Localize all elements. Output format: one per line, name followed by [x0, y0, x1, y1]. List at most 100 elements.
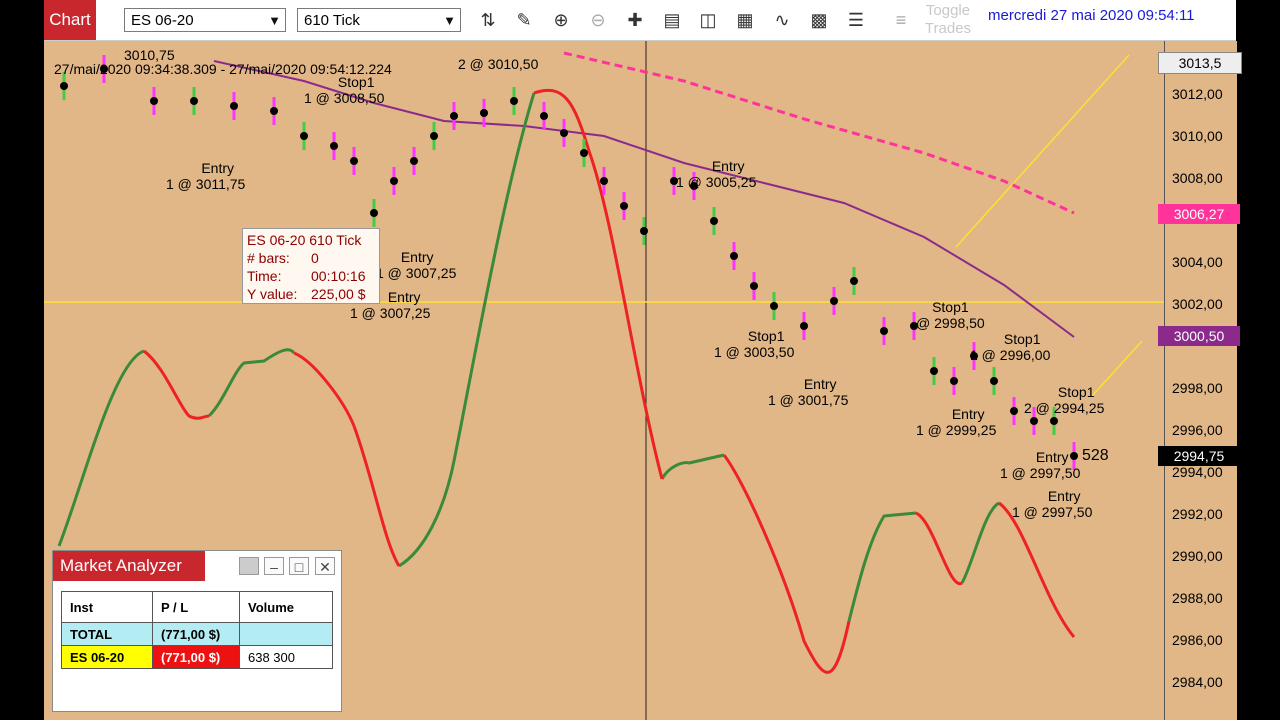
axis-label: 3002,00	[1172, 296, 1223, 312]
price-bar-close-dot	[350, 157, 358, 165]
chart-tab[interactable]: Chart	[44, 0, 96, 40]
price-bar-close-dot	[620, 202, 628, 210]
price-bar-close-dot	[640, 227, 648, 235]
price-bar-close-dot	[880, 327, 888, 335]
price-bar-close-dot	[1010, 407, 1018, 415]
price-bar-close-dot	[540, 112, 548, 120]
chart-toolbar: Chart ES 06-20 ▼ 610 Tick ▼ ⇅ ✎ ⊕ ⊖ ✚ ▤ …	[44, 0, 1236, 41]
trade-annotation: Stop1 2 @ 2994,25	[1024, 384, 1105, 416]
price-bar-close-dot	[950, 377, 958, 385]
price-bar-close-dot	[990, 377, 998, 385]
trade-annotation: Stop1 @ 2998,50	[916, 299, 985, 331]
price-bar-close-dot	[330, 142, 338, 150]
cell-volume: 638 300	[239, 645, 333, 669]
price-bar-close-dot	[1030, 417, 1038, 425]
price-tag-last: 2994,75	[1158, 446, 1240, 466]
axis-label: 2996,00	[1172, 422, 1223, 438]
trend-line-upper	[955, 54, 1130, 248]
cell-inst: ES 06-20	[61, 645, 153, 669]
zoom-in-icon[interactable]: ⊕	[549, 8, 573, 32]
price-bar-close-dot	[850, 277, 858, 285]
toggle-trades-button[interactable]: Toggle Trades	[922, 2, 974, 38]
tooltip-time-value: 00:10:16	[311, 268, 366, 284]
price-bar-close-dot	[600, 177, 608, 185]
column-header-volume[interactable]: Volume	[239, 591, 333, 623]
indicators-icon[interactable]: ∿	[770, 8, 794, 32]
price-bar-close-dot	[830, 297, 838, 305]
close-icon[interactable]: ✕	[315, 557, 335, 575]
column-header-inst[interactable]: Inst	[61, 591, 153, 623]
price-bar-close-dot	[510, 97, 518, 105]
price-bar-close-dot	[450, 112, 458, 120]
crosshair-icon[interactable]: ✚	[623, 8, 647, 32]
current-datetime: mercredi 27 mai 2020 09:54:11	[988, 7, 1195, 24]
price-bar-close-dot	[370, 209, 378, 217]
sma-pink-line	[563, 51, 1075, 215]
price-bar-close-dot	[730, 252, 738, 260]
maximize-icon[interactable]: □	[289, 557, 309, 575]
trade-annotation: Entry 1 @ 3007,25	[376, 249, 457, 281]
period-value: 610 Tick	[304, 12, 360, 29]
period-selector[interactable]: 610 Tick ▼	[297, 8, 461, 32]
price-tag-top: 3013,5	[1158, 52, 1242, 74]
axis-label: 2992,00	[1172, 506, 1223, 522]
price-bar-close-dot	[930, 367, 938, 375]
market-analyzer-title: Market Analyzer	[53, 551, 205, 581]
cell-pl: (771,00 $)	[152, 645, 240, 669]
templates-icon[interactable]: ◫	[696, 8, 720, 32]
trade-annotation: Entry 1 @ 3005,25	[676, 158, 757, 190]
instrument-value: ES 06-20	[131, 12, 194, 29]
axis-label: 3004,00	[1172, 254, 1223, 270]
table-row-total[interactable]: TOTAL (771,00 $)	[61, 622, 333, 646]
zoom-out-icon[interactable]: ⊖	[586, 8, 610, 32]
chevron-down-icon: ▼	[443, 13, 456, 28]
market-analyzer-window[interactable]: Market Analyzer – □ ✕ Inst P / L Volume …	[52, 550, 342, 712]
data-tooltip: ES 06-20 610 Tick # bars: 0 Time: 00:10:16…	[242, 228, 380, 304]
axis-label: 3012,00	[1172, 86, 1223, 102]
price-bar-close-dot	[750, 282, 758, 290]
price-bar-close-dot	[410, 157, 418, 165]
axis-label: 2986,00	[1172, 632, 1223, 648]
properties-icon[interactable]: ▩	[807, 8, 831, 32]
minimize-icon[interactable]: –	[264, 557, 284, 575]
chart-trader-icon[interactable]: ≡	[889, 8, 913, 32]
trade-annotation: Entry 1 @ 3011,75	[166, 160, 246, 192]
tooltip-y-label: Y value:	[247, 286, 298, 302]
trade-annotation: Entry 1 @ 3001,75	[768, 376, 849, 408]
axis-label: 2994,00	[1172, 464, 1223, 480]
table-row-instrument[interactable]: ES 06-20 (771,00 $) 638 300	[61, 645, 333, 669]
instrument-selector[interactable]: ES 06-20 ▼	[124, 8, 286, 32]
price-bar-close-dot	[580, 149, 588, 157]
price-bar-close-dot	[1050, 417, 1058, 425]
price-tag-purple-sma: 3000,50	[1158, 326, 1240, 346]
price-tag-pink-sma: 3006,27	[1158, 204, 1240, 224]
price-bar-close-dot	[560, 129, 568, 137]
price-bar-close-dot	[270, 107, 278, 115]
price-bar-close-dot	[710, 217, 718, 225]
data-box-icon[interactable]: ▤	[660, 8, 684, 32]
price-bar-close-dot	[480, 109, 488, 117]
bar-type-icon[interactable]: ⇅	[476, 8, 500, 32]
price-bar-close-dot	[800, 322, 808, 330]
trade-annotation: Entry 1 @ 2999,25	[916, 406, 997, 438]
axis-label: 3010,00	[1172, 128, 1223, 144]
trade-annotation: Entry 1 @ 2997,50	[1000, 449, 1081, 481]
price-bar-close-dot	[190, 97, 198, 105]
axis-label: 2990,00	[1172, 548, 1223, 564]
strategies-icon[interactable]: ▦	[733, 8, 757, 32]
trade-annotation: Stop1 1 @ 3008,50	[304, 74, 385, 106]
top-partial-label: 3010,75	[124, 47, 175, 63]
price-bar-close-dot	[390, 177, 398, 185]
trade-annotation: Stop1 1 @ 2996,00	[970, 331, 1051, 363]
tooltip-bars-label: # bars:	[247, 250, 290, 266]
tooltip-title: ES 06-20 610 Tick	[247, 232, 362, 248]
tooltip-time-label: Time:	[247, 268, 282, 284]
restore-icon[interactable]	[239, 557, 259, 575]
axis-label: 2988,00	[1172, 590, 1223, 606]
trade-annotation: Entry 1 @ 2997,50	[1012, 488, 1093, 520]
instrument-list-icon[interactable]: ☰	[844, 8, 868, 32]
price-bar-close-dot	[150, 97, 158, 105]
draw-pen-icon[interactable]: ✎	[512, 8, 536, 32]
column-header-pl[interactable]: P / L	[152, 591, 240, 623]
tick-counter: 528	[1082, 447, 1109, 464]
